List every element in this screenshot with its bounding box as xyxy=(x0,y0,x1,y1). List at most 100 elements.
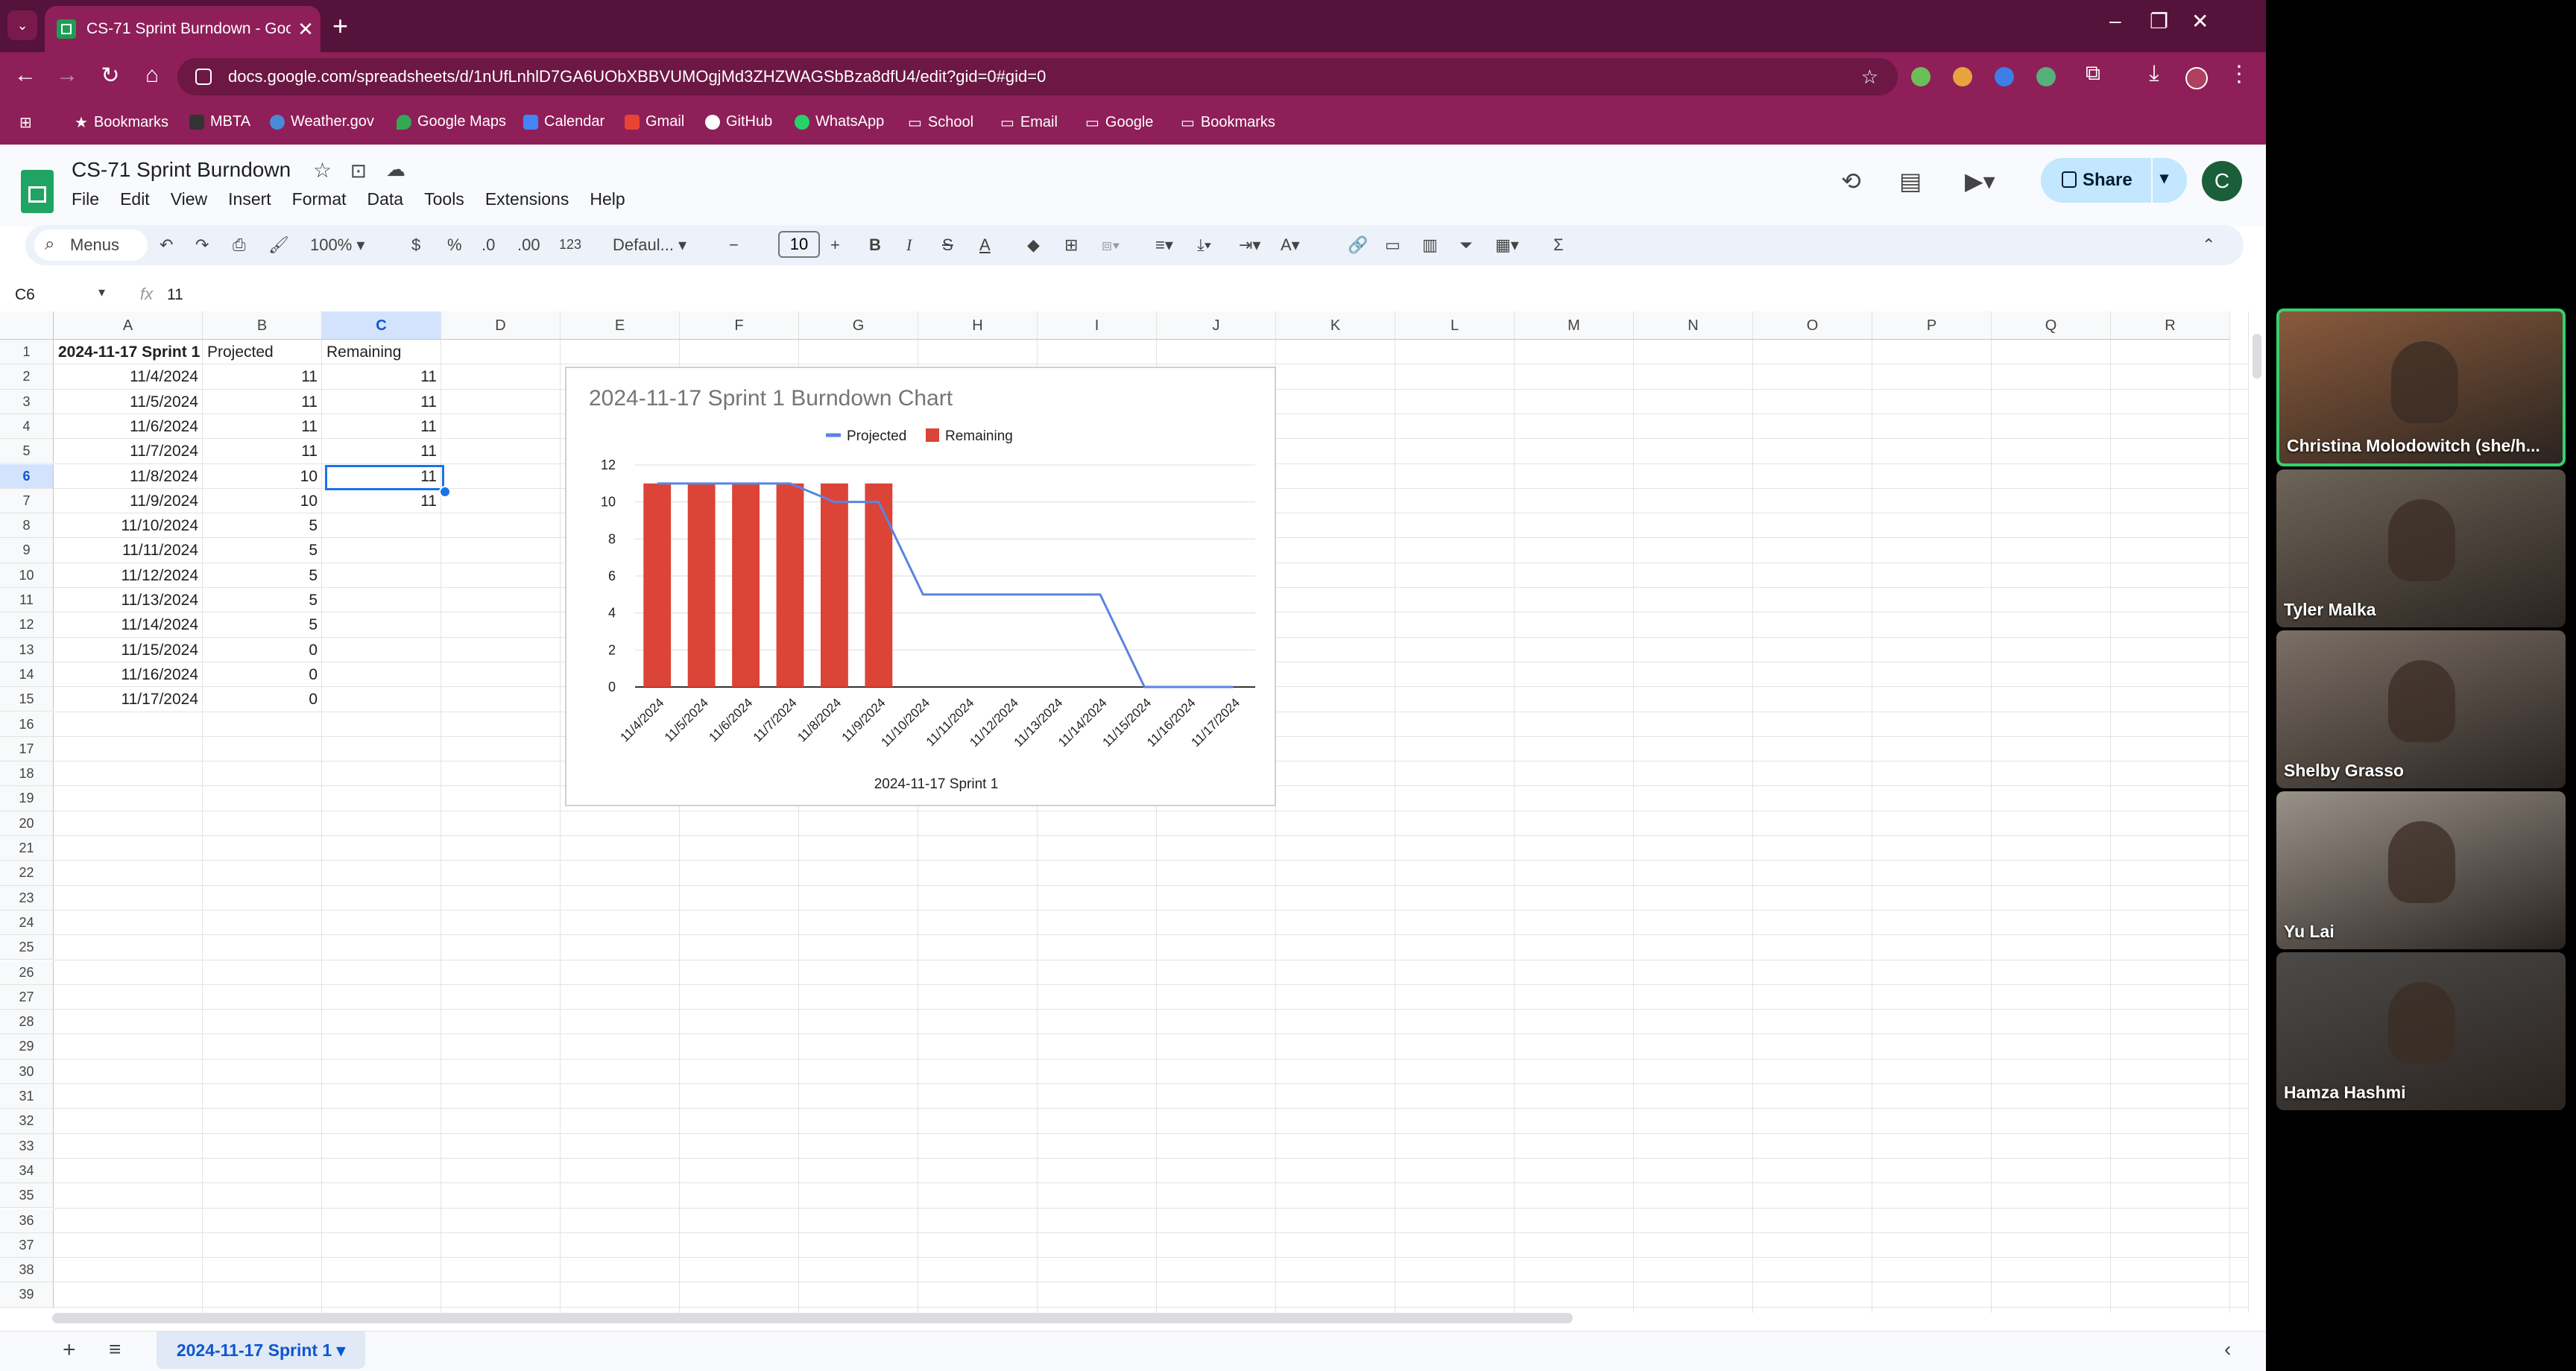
bookmark-item[interactable]: MBTA xyxy=(189,113,250,130)
extension-icon[interactable] xyxy=(2036,67,2056,86)
row-header-7[interactable]: 7 xyxy=(0,488,54,514)
row-header-6[interactable]: 6 xyxy=(0,463,54,489)
row-header-2[interactable]: 2 xyxy=(0,364,54,390)
horizontal-scroll-thumb[interactable] xyxy=(52,1313,1573,1323)
cell-c4[interactable]: 11 xyxy=(322,414,441,439)
cell-b8[interactable]: 5 xyxy=(203,513,322,538)
vertical-align-icon[interactable]: ⤓▾ xyxy=(1197,235,1211,255)
row-header-23[interactable]: 23 xyxy=(0,885,54,911)
collapse-toolbar-icon[interactable]: ⌃ xyxy=(2202,235,2215,255)
zoom-select[interactable]: 100% ▾ xyxy=(310,235,364,255)
column-header-f[interactable]: F xyxy=(680,311,799,340)
cell-a5[interactable]: 11/7/2024 xyxy=(54,439,203,463)
cell-b5[interactable]: 11 xyxy=(203,439,322,463)
row-header-15[interactable]: 15 xyxy=(0,687,54,712)
active-cell-c6[interactable] xyxy=(325,465,444,490)
cell-b7[interactable]: 10 xyxy=(203,489,322,513)
more-formats-button[interactable]: 123 xyxy=(559,237,581,253)
bookmark-item[interactable]: WhatsApp xyxy=(795,113,884,130)
cell-c1[interactable]: Remaining xyxy=(322,340,441,364)
cell-b15[interactable]: 0 xyxy=(203,687,322,712)
print-icon[interactable]: ⎙ xyxy=(233,235,246,255)
participant-video-tile[interactable]: Shelby Grasso xyxy=(2276,630,2566,788)
cell-b11[interactable]: 5 xyxy=(203,588,322,612)
remaining-bar[interactable] xyxy=(687,483,716,687)
cell-a13[interactable]: 11/15/2024 xyxy=(54,638,203,662)
move-folder-icon[interactable]: ⊡ xyxy=(350,159,367,183)
participant-video-tile[interactable]: Hamza Hashmi xyxy=(2276,952,2566,1110)
cell-c3[interactable]: 11 xyxy=(322,390,441,414)
cell-c2[interactable]: 11 xyxy=(322,364,441,389)
new-tab-icon[interactable]: + xyxy=(332,10,348,42)
version-history-icon[interactable]: ⟲ xyxy=(1841,167,1861,195)
browser-tab[interactable]: CS-71 Sprint Burndown - Goog ✕ xyxy=(45,6,321,52)
cell-a9[interactable]: 11/11/2024 xyxy=(54,538,203,563)
remaining-bar[interactable] xyxy=(776,483,804,687)
row-header-5[interactable]: 5 xyxy=(0,439,54,464)
row-header-34[interactable]: 34 xyxy=(0,1158,54,1184)
row-header-10[interactable]: 10 xyxy=(0,563,54,588)
all-sheets-icon[interactable]: ≡ xyxy=(109,1337,121,1361)
row-header-13[interactable]: 13 xyxy=(0,637,54,662)
burndown-chart[interactable]: 2024-11-17 Sprint 1 Burndown Chart Proje… xyxy=(565,367,1276,806)
restore-icon[interactable]: ❐ xyxy=(2150,9,2168,34)
menu-edit[interactable]: Edit xyxy=(120,189,150,209)
menu-file[interactable]: File xyxy=(72,189,99,209)
cell-b14[interactable]: 0 xyxy=(203,662,322,687)
column-header-o[interactable]: O xyxy=(1753,311,1872,340)
row-header-21[interactable]: 21 xyxy=(0,836,54,861)
italic-icon[interactable]: I xyxy=(906,235,912,255)
column-header-a[interactable]: A xyxy=(54,311,203,340)
column-header-j[interactable]: J xyxy=(1157,311,1276,340)
omnibox[interactable]: docs.google.com/spreadsheets/d/1nUfLnhlD… xyxy=(177,58,1898,95)
cell-b9[interactable]: 5 xyxy=(203,538,322,563)
close-tab-icon[interactable]: ✕ xyxy=(291,18,321,41)
menu-insert[interactable]: Insert xyxy=(228,189,271,209)
text-rotation-icon[interactable]: A▾ xyxy=(1281,235,1300,255)
row-header-16[interactable]: 16 xyxy=(0,712,54,737)
cell-b13[interactable]: 0 xyxy=(203,638,322,662)
column-header-q[interactable]: Q xyxy=(1992,311,2111,340)
cell-a15[interactable]: 11/17/2024 xyxy=(54,687,203,712)
bookmark-item[interactable]: Google Maps xyxy=(397,113,506,130)
bookmark-item[interactable]: Gmail xyxy=(625,113,684,130)
bookmark-item[interactable]: GitHub xyxy=(705,113,772,130)
remaining-bar[interactable] xyxy=(821,483,848,687)
row-header-14[interactable]: 14 xyxy=(0,662,54,688)
participant-video-tile[interactable]: Christina Molodowitch (she/h... xyxy=(2276,308,2566,466)
redo-icon[interactable]: ↷ xyxy=(195,235,209,255)
bookmark-star-icon[interactable]: ☆ xyxy=(1861,58,1878,95)
menu-help[interactable]: Help xyxy=(590,189,625,209)
row-header-31[interactable]: 31 xyxy=(0,1084,54,1109)
cell-a6[interactable]: 11/8/2024 xyxy=(54,464,203,489)
close-window-icon[interactable]: ✕ xyxy=(2191,9,2209,34)
cell-a3[interactable]: 11/5/2024 xyxy=(54,390,203,414)
column-header-i[interactable]: I xyxy=(1038,311,1157,340)
column-header-p[interactable]: P xyxy=(1872,311,1992,340)
home-icon[interactable]: ⌂ xyxy=(137,63,167,88)
font-select[interactable]: Defaul... ▾ xyxy=(613,235,686,255)
cell-c7[interactable]: 11 xyxy=(322,489,441,513)
meet-video-icon[interactable]: ▶▾ xyxy=(1965,167,1995,195)
cell-a1[interactable]: 2024-11-17 Sprint 1 xyxy=(54,340,203,364)
column-header-m[interactable]: M xyxy=(1515,311,1634,340)
bookmark-item[interactable]: Weather.gov xyxy=(270,113,374,130)
cell-a14[interactable]: 11/16/2024 xyxy=(54,662,203,687)
strikethrough-icon[interactable]: S xyxy=(942,235,953,255)
collapse-sidebar-icon[interactable]: ‹ xyxy=(2224,1337,2231,1361)
row-header-20[interactable]: 20 xyxy=(0,811,54,836)
increase-font-size-icon[interactable]: + xyxy=(830,235,840,255)
sheets-logo-icon[interactable] xyxy=(21,170,54,213)
column-header-k[interactable]: K xyxy=(1276,311,1395,340)
bookmark-folder[interactable]: ▭ Google xyxy=(1085,113,1153,132)
cell-a8[interactable]: 11/10/2024 xyxy=(54,513,203,538)
share-button[interactable]: Share ▾ xyxy=(2041,158,2187,203)
decrease-decimal-button[interactable]: .0 xyxy=(482,235,495,255)
merge-cells-icon[interactable]: ⧈▾ xyxy=(1102,235,1120,255)
row-header-3[interactable]: 3 xyxy=(0,389,54,414)
cell-a10[interactable]: 11/12/2024 xyxy=(54,563,203,588)
row-header-33[interactable]: 33 xyxy=(0,1133,54,1159)
cloud-status-icon[interactable]: ☁ xyxy=(386,158,405,181)
extension-icon[interactable] xyxy=(1911,67,1931,86)
add-sheet-icon[interactable]: + xyxy=(63,1337,76,1363)
